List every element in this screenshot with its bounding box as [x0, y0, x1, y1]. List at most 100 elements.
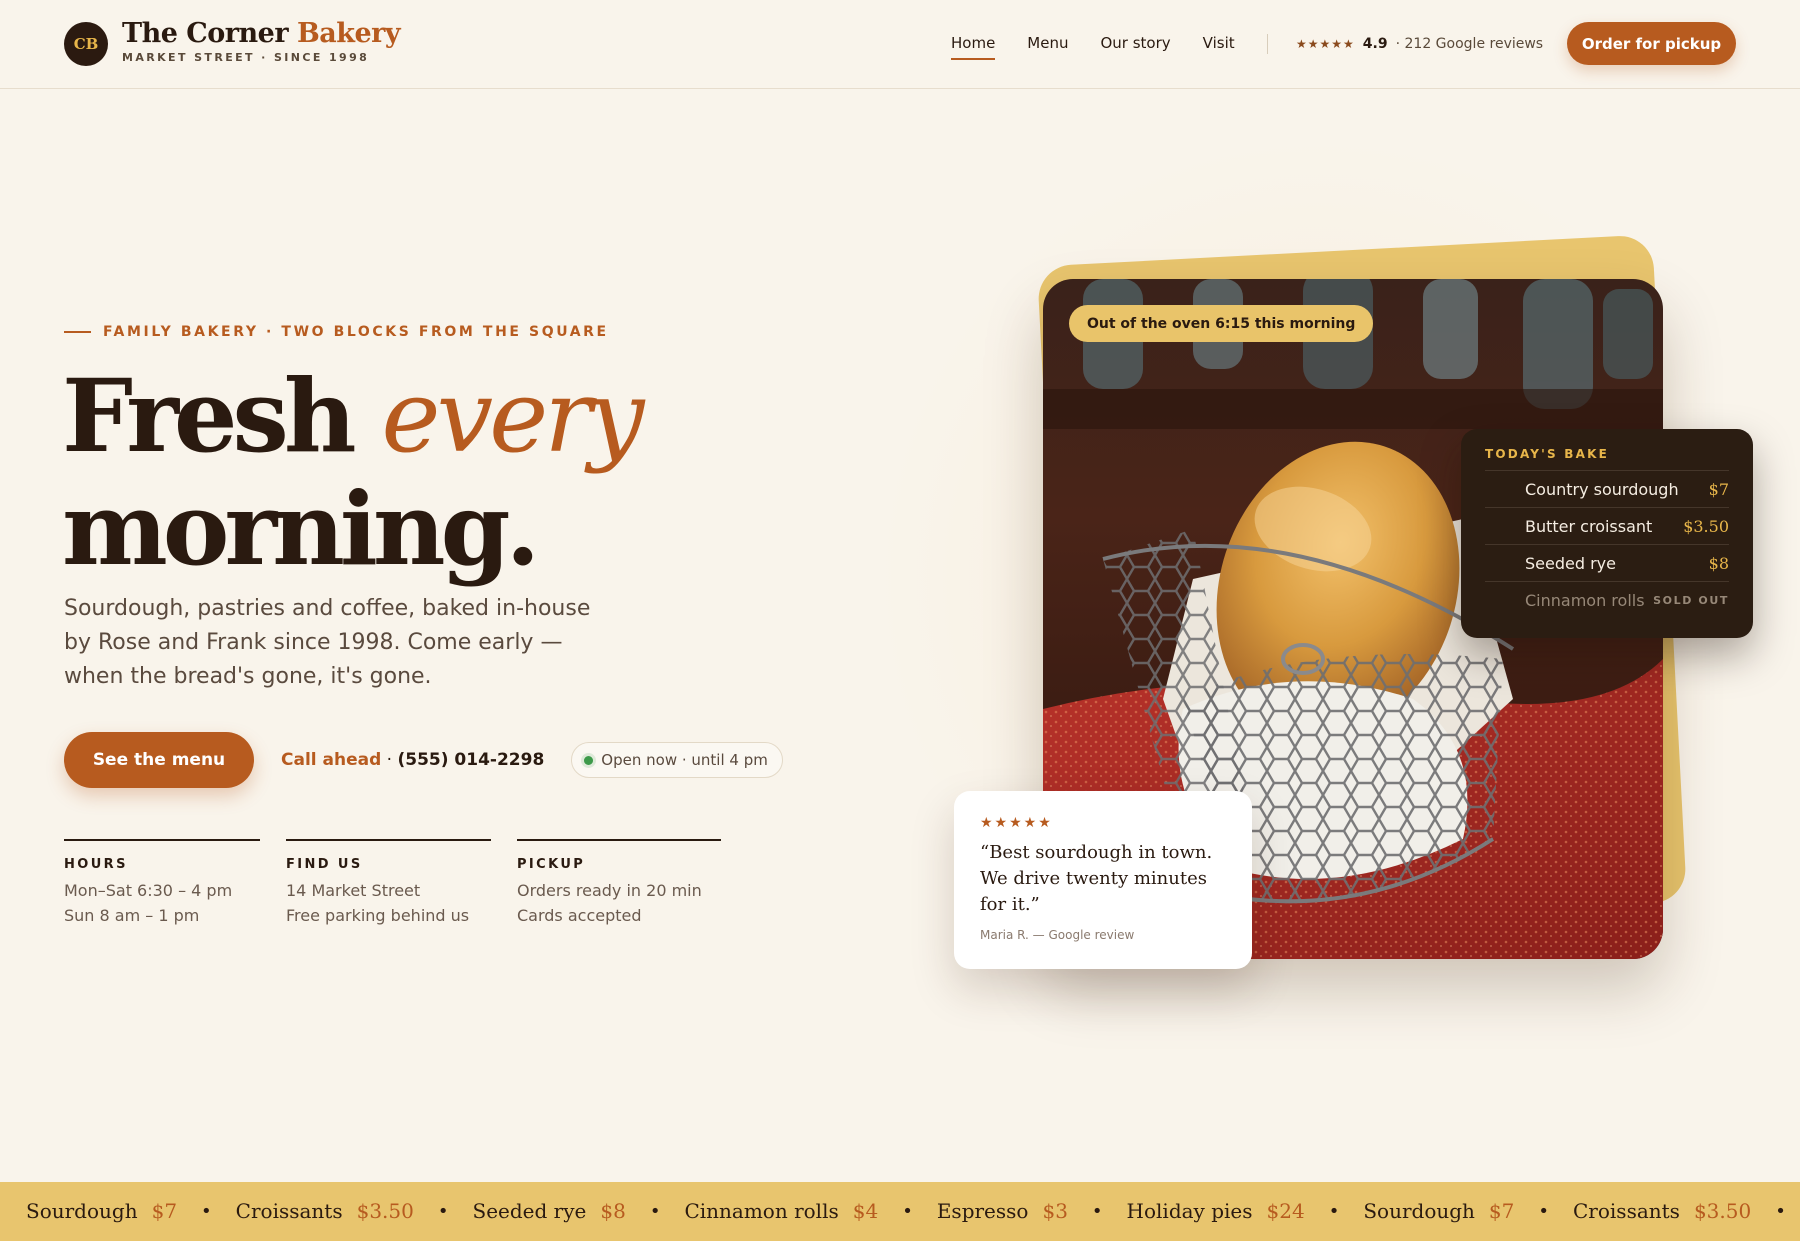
rating-count: · 212 Google reviews	[1395, 36, 1544, 52]
rating-score: 4.9	[1362, 36, 1388, 52]
ticker-item: Cinnamon rolls $4	[684, 1199, 878, 1223]
info-line: Sun 8 am – 1 pm	[64, 906, 200, 925]
logo-badge[interactable]: CB	[64, 22, 108, 66]
brand[interactable]: The Corner Bakery MARKET STREET · SINCE …	[122, 18, 401, 64]
review-author: Maria R. — Google review	[980, 928, 1135, 942]
ticker-item-price: $3.50	[1693, 1199, 1752, 1223]
bake-item-name: Butter croissant	[1525, 516, 1653, 536]
open-status-badge: Open now · until 4 pm	[571, 742, 783, 778]
ticker-item-name: Espresso	[936, 1199, 1029, 1223]
ticker-separator: •	[1775, 1200, 1786, 1222]
ticker-item-name: Sourdough	[26, 1199, 138, 1223]
info-hours: HOURS Mon–Sat 6:30 – 4 pm Sun 8 am – 1 p…	[64, 839, 260, 928]
headline-line-1: Fresh every	[62, 357, 645, 475]
order-for-pickup-button[interactable]: Order for pickup	[1567, 22, 1736, 65]
info-title: HOURS	[64, 857, 128, 872]
rating-stars-icon: ★★★★★	[1296, 37, 1355, 51]
site-header: CB The Corner Bakery MARKET STREET · SIN…	[0, 0, 1800, 89]
headline-word-fresh: Fresh	[62, 357, 357, 475]
google-rating[interactable]: ★★★★★ 4.9 · 212 Google reviews	[1296, 36, 1543, 52]
ticker-item: Seeded rye $8	[473, 1199, 626, 1223]
brand-tagline: MARKET STREET · SINCE 1998	[122, 51, 370, 64]
ticker-item-price: $3.50	[356, 1199, 414, 1223]
eyebrow-rule	[64, 331, 91, 333]
info-title: FIND US	[286, 857, 363, 872]
out-of-oven-badge: Out of the oven 6:15 this morning	[1069, 305, 1374, 342]
call-ahead-label: Call ahead	[281, 750, 382, 770]
ticker-item: Croissants $3.50	[1573, 1199, 1751, 1223]
ticker-item: Croissants $3.50	[236, 1199, 414, 1223]
eyebrow-text: FAMILY BAKERY · TWO BLOCKS FROM THE SQUA…	[103, 324, 609, 340]
brand-name-accent: Bakery	[296, 18, 401, 49]
bake-item-name: Cinnamon rolls	[1525, 590, 1645, 610]
info-line: Mon–Sat 6:30 – 4 pm	[64, 881, 233, 900]
hero-description: Sourdough, pastries and coffee, baked in…	[64, 596, 591, 689]
ticker-item-name: Holiday pies	[1126, 1199, 1253, 1223]
info-find-us: FIND US 14 Market Street Free parking be…	[286, 839, 491, 928]
hero-cta-row: See the menu Call ahead · (555) 014-2298…	[64, 732, 783, 788]
brand-name-main: The Corner	[122, 18, 289, 49]
ticker-separator: •	[1091, 1200, 1103, 1222]
nav-our-story[interactable]: Our story	[1100, 34, 1170, 60]
info-line: Orders ready in 20 min	[517, 881, 702, 900]
bake-item-sold-out: Cinnamon rolls SOLD OUT	[1485, 581, 1729, 618]
ticker-item-price: $7	[1488, 1199, 1515, 1223]
todays-bake-card: TODAY'S BAKE Country sourdough $7 Butter…	[1461, 429, 1753, 638]
bake-item-name: Seeded rye	[1525, 553, 1616, 573]
bake-item[interactable]: Butter croissant $3.50	[1485, 507, 1729, 544]
nav-visit[interactable]: Visit	[1203, 34, 1235, 60]
info-title: PICKUP	[517, 857, 586, 872]
ticker-separator: •	[649, 1200, 661, 1222]
review-card: ★★★★★ “Best sourdough in town. We drive …	[954, 791, 1252, 969]
sold-out-badge: SOLD OUT	[1653, 593, 1729, 607]
bake-item-price: $8	[1708, 553, 1729, 573]
headline-word-every: every	[381, 358, 644, 475]
ticker-item-name: Sourdough	[1363, 1199, 1475, 1223]
bake-item-name: Country sourdough	[1525, 479, 1679, 499]
main-nav: Home Menu Our story Visit	[951, 34, 1235, 60]
ticker-item-price: $4	[852, 1199, 879, 1223]
nav-divider	[1267, 34, 1268, 54]
bake-item-price: $3.50	[1683, 516, 1729, 536]
headline-line-2: morning.	[62, 470, 540, 588]
hero-eyebrow: FAMILY BAKERY · TWO BLOCKS FROM THE SQUA…	[64, 324, 609, 340]
nav-home[interactable]: Home	[951, 34, 996, 60]
ticker-separator: •	[1538, 1200, 1549, 1222]
ticker-separator: •	[1328, 1200, 1340, 1222]
review-quote: “Best sourdough in town. We drive twenty…	[980, 842, 1213, 915]
phone-number: (555) 014-2298	[397, 750, 545, 770]
ticker-item: Sourdough $7	[1363, 1199, 1514, 1223]
ticker-item-price: $3	[1042, 1199, 1068, 1223]
ticker-item-name: Croissants	[1573, 1199, 1680, 1223]
todays-bake-title: TODAY'S BAKE	[1485, 447, 1609, 461]
ticker-item-price: $24	[1266, 1199, 1305, 1223]
call-separator: ·	[386, 750, 393, 770]
nav-menu[interactable]: Menu	[1027, 34, 1068, 60]
bake-item[interactable]: Country sourdough $7	[1485, 470, 1729, 507]
brand-name: The Corner Bakery	[122, 18, 401, 49]
review-stars-icon: ★★★★★	[980, 815, 1053, 831]
price-ticker: Sourdough $7 • Croissants $3.50 • Seeded rye $8…	[0, 1182, 1800, 1241]
info-pickup: PICKUP Orders ready in 20 min Cards acce…	[517, 839, 721, 928]
info-line: 14 Market Street	[286, 881, 421, 900]
hero-headline: Fresh every morning.	[62, 357, 645, 588]
call-ahead-link[interactable]: Call ahead · (555) 014-2298	[281, 750, 544, 770]
ticker-item: Holiday pies $24	[1127, 1199, 1305, 1223]
ticker-item-name: Seeded rye	[472, 1199, 587, 1223]
ticker-item-name: Cinnamon rolls	[684, 1199, 839, 1223]
open-status-text: Open now · until 4 pm	[601, 751, 768, 769]
bake-item-price: $7	[1708, 479, 1729, 499]
ticker-item: Sourdough $7	[26, 1199, 177, 1223]
info-line: Cards accepted	[517, 906, 642, 925]
ticker-item-name: Croissants	[235, 1199, 343, 1223]
ticker-separator: •	[201, 1200, 212, 1222]
bake-item[interactable]: Seeded rye $8	[1485, 544, 1729, 581]
ticker-separator: •	[902, 1200, 913, 1222]
ticker-item-price: $7	[151, 1199, 178, 1223]
ticker-item-price: $8	[600, 1199, 626, 1223]
ticker-item: Espresso $3	[937, 1199, 1068, 1223]
ticker-track: Sourdough $7 • Croissants $3.50 • Seeded rye $8…	[26, 1199, 1800, 1223]
info-line: Free parking behind us	[286, 906, 470, 925]
ticker-separator: •	[437, 1200, 449, 1222]
see-the-menu-button[interactable]: See the menu	[64, 732, 254, 788]
